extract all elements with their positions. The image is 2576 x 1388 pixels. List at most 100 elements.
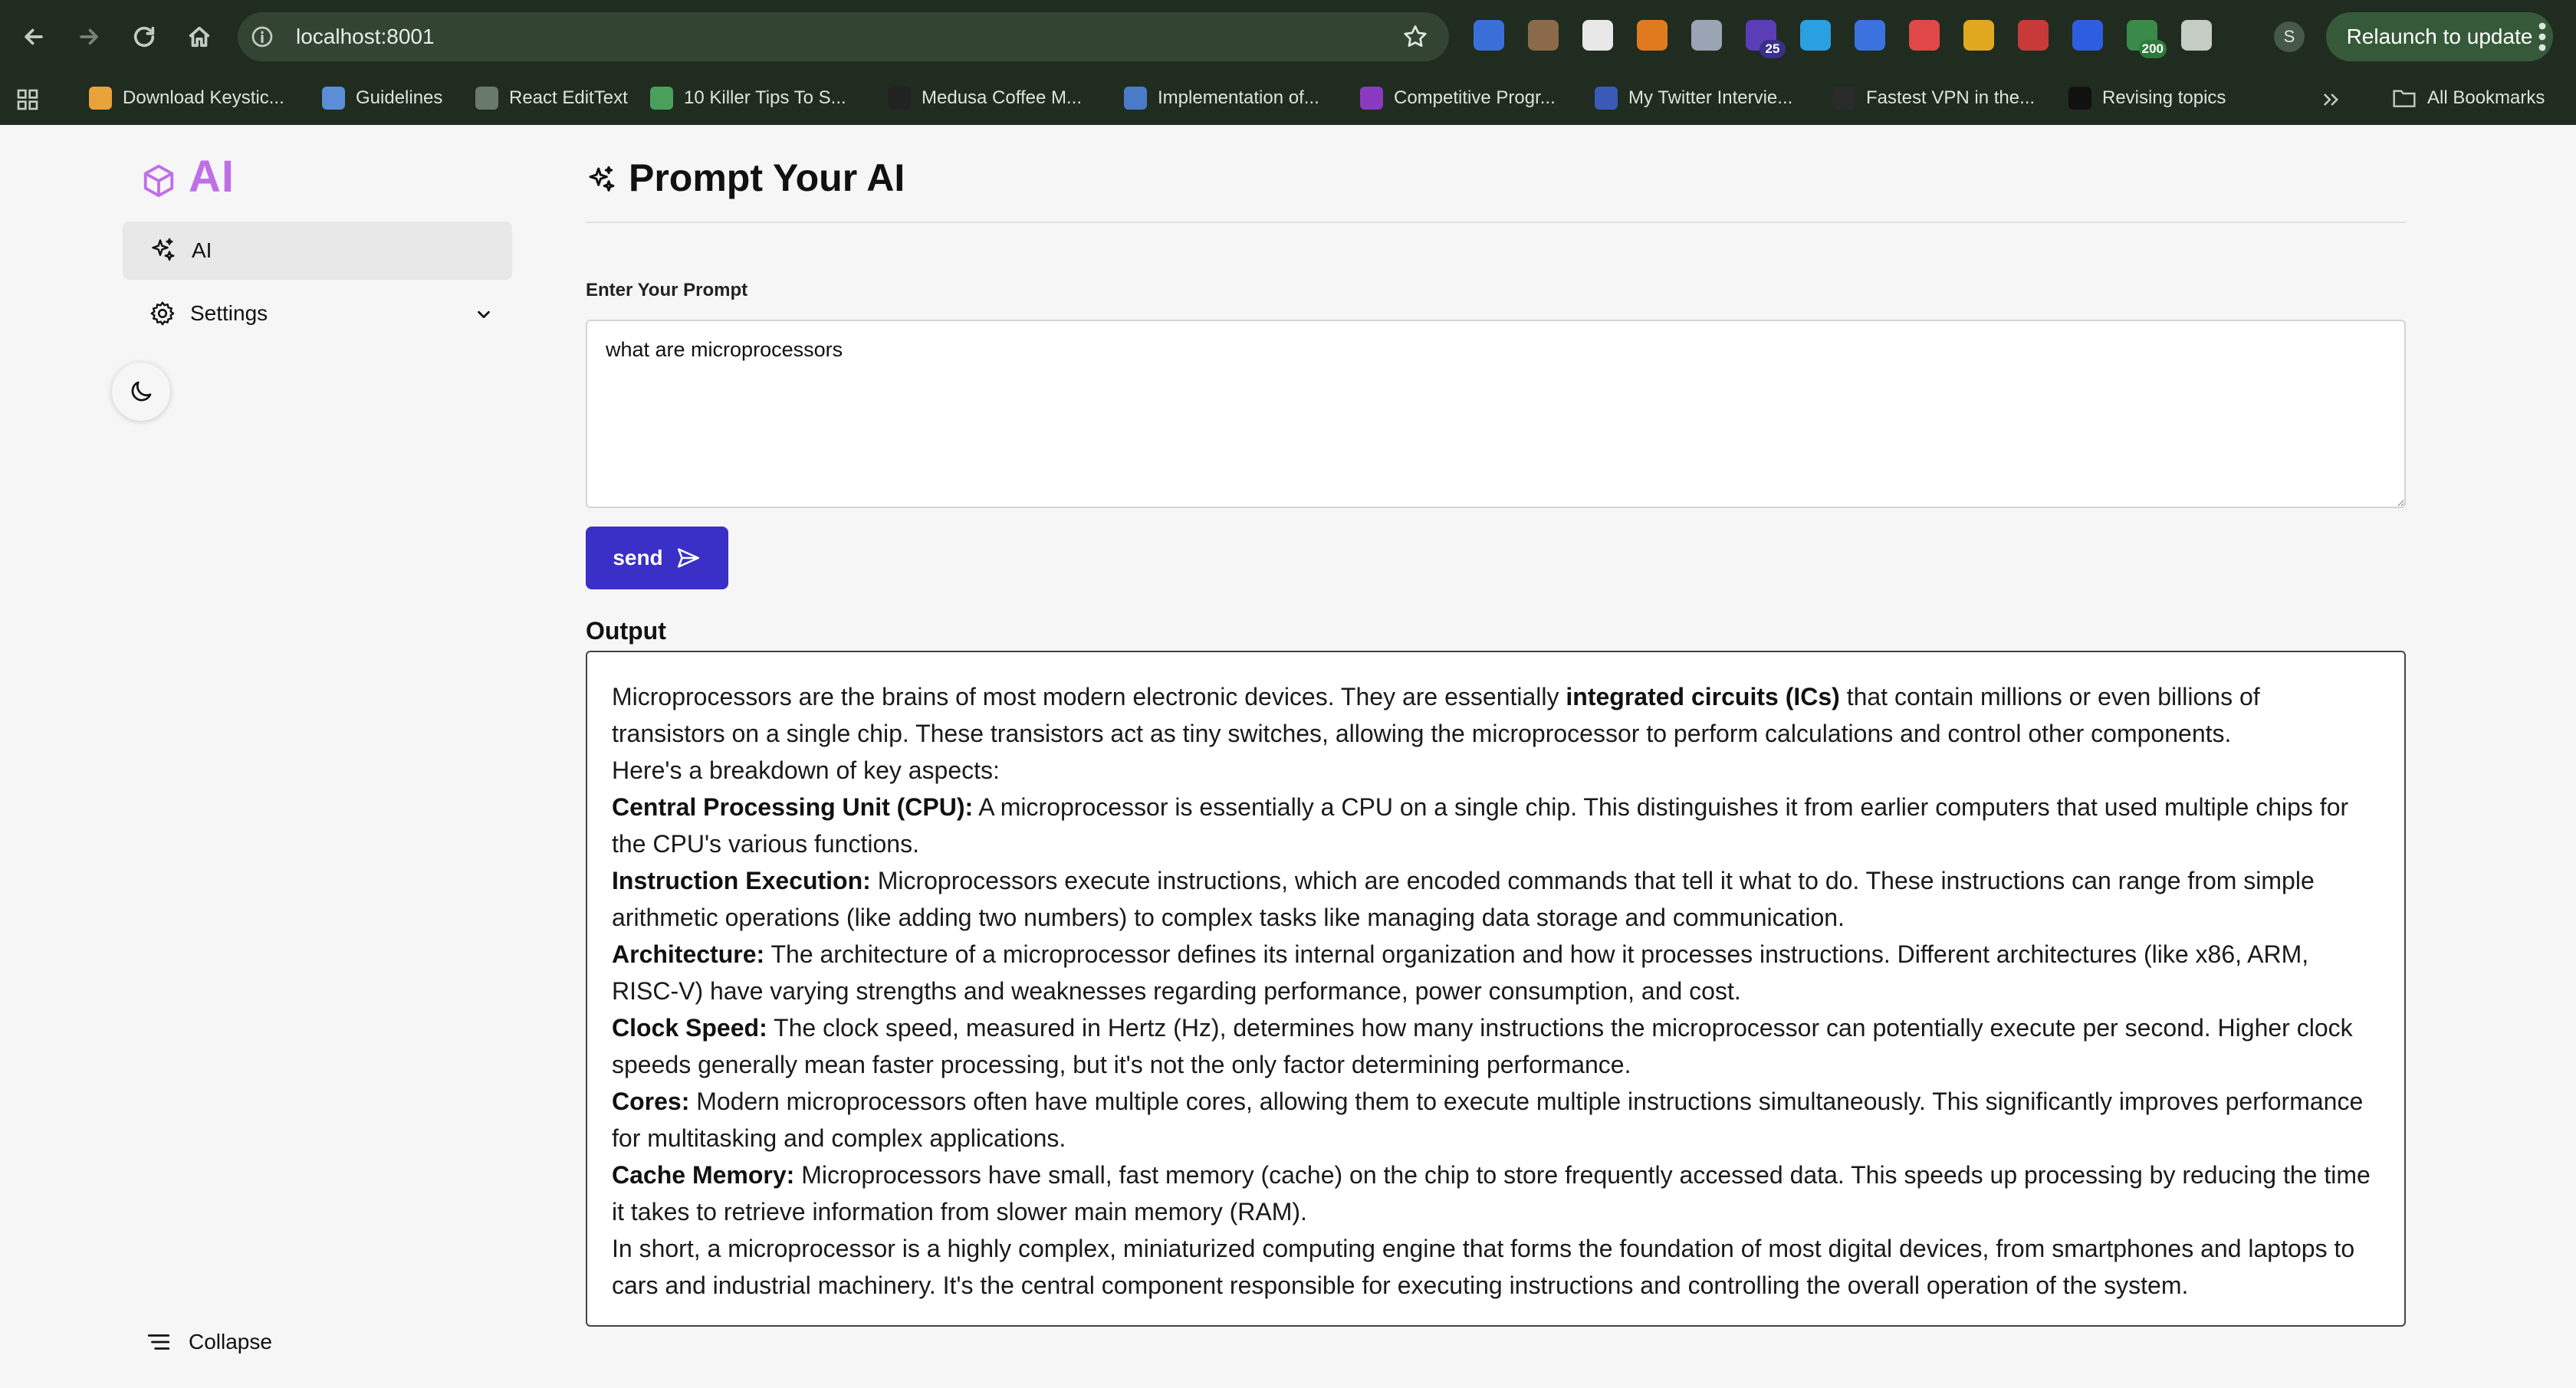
sparkles-icon [152,238,175,261]
bookmark-item[interactable]: Implementation of... [1124,81,1319,115]
prompt-label: Enter Your Prompt [586,280,748,300]
send-icon [677,548,699,568]
bookmark-label: Medusa Coffee M... [922,87,1082,108]
bookmark-item[interactable]: React EditText [475,81,628,115]
gear-icon [150,301,175,326]
aspect-term: Instruction Execution: [612,867,871,894]
collapse-button[interactable]: Collapse [146,1321,272,1363]
aspect-text: The clock speed, measured in Hertz (Hz),… [612,1014,2353,1078]
book-icon[interactable] [1855,20,1885,51]
output-aspect: Architecture: The architecture of a micr… [612,936,2380,1009]
menu-lines-icon [147,1334,170,1350]
all-bookmarks-folder[interactable]: All Bookmarks [2392,81,2545,115]
text-t-icon[interactable] [1582,20,1613,51]
browser-chrome: localhost:8001 25 200 S Relaunch to updat… [0,0,2576,125]
all-bookmarks-label: All Bookmarks [2427,87,2545,108]
cube-logo-icon [143,164,174,198]
home-button[interactable] [179,17,219,57]
aspect-text: The architecture of a microprocessor def… [612,940,2309,1005]
image-logo-icon [1124,87,1147,110]
url-text: localhost:8001 [296,25,435,48]
bookmark-item[interactable]: Download Keystic... [89,81,284,115]
screencast-icon[interactable] [1474,20,1504,51]
bookmark-item[interactable]: Medusa Coffee M... [888,81,1082,115]
vpn-logo-icon [1832,87,1855,110]
app-page: AI AI Settings Collapse Prompt Your AI E… [0,125,2576,1388]
sidebar-item-label: Settings [190,301,268,325]
sidebar-item-settings[interactable]: Settings [123,284,512,343]
co-logo-icon [1595,87,1618,110]
output-aspect: Instruction Execution: Microprocessors e… [612,862,2380,936]
puzzle-icon[interactable] [2181,20,2212,51]
bookmarks-bar: Download Keystic... Guidelines React EditT… [0,74,2576,125]
brand-title: AI [189,152,235,202]
page-title: Prompt Your AI [629,156,905,199]
send-button[interactable]: send [586,527,728,589]
translate-icon[interactable] [2072,20,2103,51]
bookmark-label: Download Keystic... [123,87,284,108]
output-aspect: Cores: Modern microprocessors often have… [612,1083,2380,1157]
aspect-term: Central Processing Unit (CPU): [612,793,974,821]
send-label: send [613,546,663,569]
chevron-double-right-icon[interactable] [2320,89,2341,110]
reload-icon [133,26,155,48]
cp-logo-icon [1360,87,1383,110]
output-intro: Microprocessors are the brains of most m… [612,678,2380,752]
output-aspect: Cache Memory: Microprocessors have small… [612,1157,2380,1230]
blue-square-icon[interactable] [1800,20,1831,51]
bookmark-star-icon[interactable] [1401,23,1429,51]
shield-icon[interactable] [1691,20,1722,51]
extension-badge: 200 [2138,40,2167,58]
green-pig-icon[interactable]: 200 [2127,20,2167,58]
purple-app-icon[interactable]: 25 [1746,20,1786,58]
aspect-text: Modern microprocessors often have multip… [612,1088,2364,1152]
bookmark-label: React EditText [509,87,628,108]
relaunch-button[interactable]: Relaunch to update [2326,12,2553,61]
main-content: Prompt Your AI Enter Your Prompt what ar… [586,125,2406,1388]
output-aspects: Central Processing Unit (CPU): A micropr… [612,789,2380,1230]
bookmark-item[interactable]: My Twitter Intervie... [1595,81,1792,115]
arrow-right-icon [80,28,98,45]
aspect-term: Architecture: [612,940,765,968]
output-aspect: Clock Speed: The clock speed, measured i… [612,1009,2380,1083]
bookmark-label: Guidelines [356,87,443,108]
reload-button[interactable] [124,17,164,57]
site-info-icon[interactable] [250,25,274,49]
bookmark-label: Implementation of... [1158,87,1319,108]
address-bar[interactable]: localhost:8001 [238,12,1449,61]
apps-grid-icon[interactable] [15,87,40,112]
medusa-logo-icon [888,87,911,110]
color-wheel-icon[interactable] [1909,20,1940,51]
bookmark-label: Fastest VPN in the... [1866,87,2036,108]
kebab-menu-icon[interactable] [2535,18,2550,55]
spy-glasses-icon[interactable] [1528,20,1559,51]
output-aspect: Central Processing Unit (CPU): A micropr… [612,789,2380,862]
output-text: Microprocessors are the brains of most m… [612,683,1566,710]
prompt-textarea[interactable]: what are microprocessors [586,320,2406,508]
arrow-left-icon [25,28,43,45]
sidebar: AI AI Settings Collapse [0,125,537,1388]
moon-icon [131,381,152,402]
sc-icon[interactable] [1963,20,1994,51]
browser-window: localhost:8001 25 200 S Relaunch to updat… [0,0,2576,1388]
extension-badge: 25 [1760,40,1786,58]
profile-avatar[interactable]: S [2274,21,2305,52]
bookmark-item[interactable]: Guidelines [322,81,442,115]
bookmark-item[interactable]: Fastest VPN in the... [1832,81,2035,115]
output-breakdown: Here's a breakdown of key aspects: [612,756,1000,784]
collapse-label: Collapse [189,1330,272,1354]
grid-app-icon[interactable] [2018,20,2049,51]
sidebar-item-ai[interactable]: AI [123,221,512,280]
orange-orb-icon[interactable] [1637,20,1668,51]
back-button[interactable] [14,17,54,57]
browser-toolbar: localhost:8001 25 200 S Relaunch to updat… [0,0,2576,74]
output-summary: In short, a microprocessor is a highly c… [612,1235,2355,1299]
theme-toggle-button[interactable] [112,363,170,421]
k-logo-icon [89,87,112,110]
bookmark-item[interactable]: Competitive Progr... [1360,81,1556,115]
bookmark-item[interactable]: Revising topics [2068,81,2226,115]
bookmark-item[interactable]: 10 Killer Tips To S... [650,81,846,115]
folder-icon [2393,90,2416,107]
forward-button[interactable] [69,17,109,57]
output-bold: integrated circuits (ICs) [1566,683,1840,710]
